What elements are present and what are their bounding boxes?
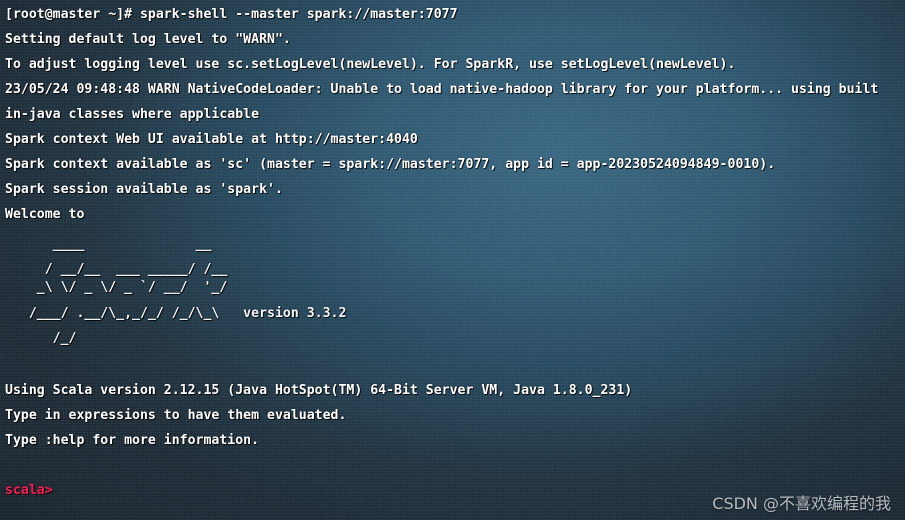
spark-ascii-logo-line: /_/	[5, 331, 77, 346]
output-line: Spark session available as 'spark'.	[5, 182, 283, 197]
spark-ascii-logo-line: /___/ .__/\_,_/_/ /_/\_\ version 3.3.2	[5, 306, 347, 321]
output-line: Type in expressions to have them evaluat…	[5, 408, 347, 423]
console-output[interactable]: [root@master ~]# spark-shell --master sp…	[0, 0, 905, 520]
output-line: Setting default log level to "WARN".	[5, 32, 291, 47]
output-line: Type :help for more information.	[5, 433, 260, 448]
csdn-watermark: CSDN @不喜欢编程的我	[712, 494, 891, 513]
spark-ascii-logo-line: ____ __	[5, 237, 212, 252]
spark-ascii-logo-line: / __/__ ___ _____/ /__	[5, 262, 228, 277]
output-line: To adjust logging level use sc.setLogLev…	[5, 57, 736, 72]
output-line: Welcome to	[5, 207, 85, 222]
output-line: 23/05/24 09:48:48 WARN NativeCodeLoader:…	[5, 82, 879, 97]
command-line: [root@master ~]# spark-shell --master sp…	[5, 7, 458, 22]
spark-ascii-logo-line: _\ \/ _ \/ _ `/ __/ '_/	[5, 280, 228, 295]
scala-prompt[interactable]: scala>	[5, 483, 53, 499]
terminal-window[interactable]: [root@master ~]# spark-shell --master sp…	[0, 0, 905, 520]
output-line: Using Scala version 2.12.15 (Java HotSpo…	[5, 383, 633, 398]
output-line: Spark context available as 'sc' (master …	[5, 157, 776, 172]
output-line: Spark context Web UI available at http:/…	[5, 132, 418, 147]
output-line: in-java classes where applicable	[5, 107, 260, 122]
